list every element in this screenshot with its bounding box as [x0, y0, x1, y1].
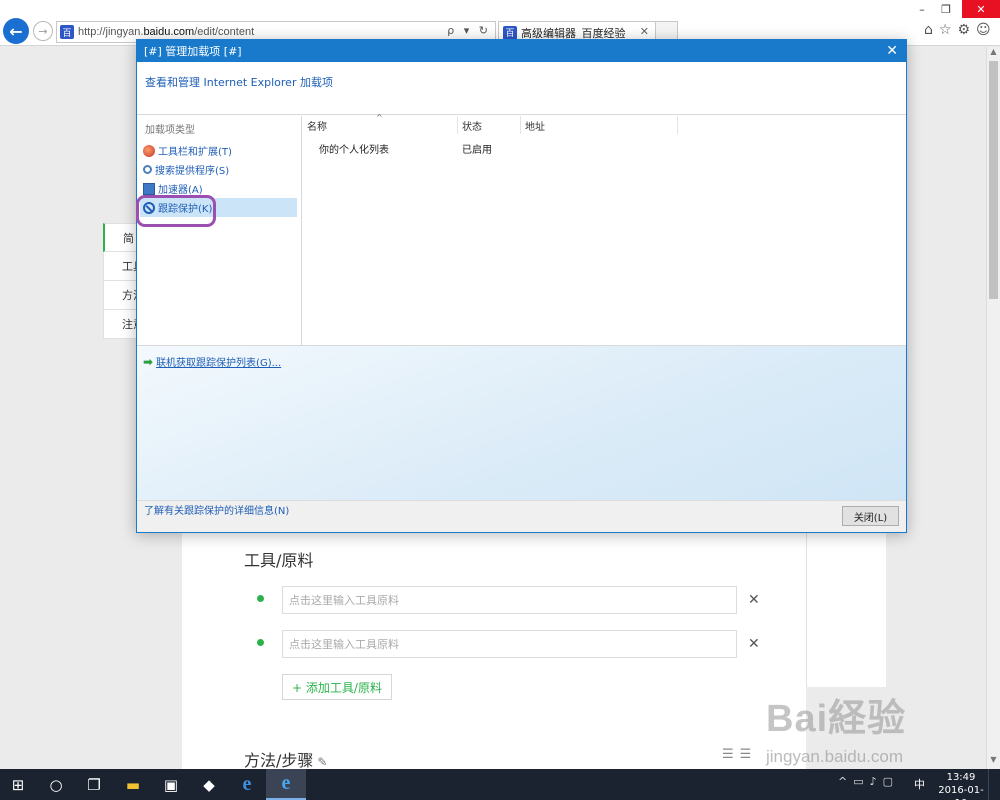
details-pane: ➡ 联机获取跟踪保护列表(G)... [137, 345, 906, 500]
addon-list-panel: 名称 ^ 状态 地址 你的个人化列表 已启用 [303, 113, 906, 345]
message-icon[interactable]: ▢ [883, 775, 899, 788]
baidu-favicon-icon: 百 [60, 25, 74, 39]
edit-pencil-icon[interactable]: ✎ [317, 755, 327, 769]
accelerator-icon [143, 182, 155, 195]
chevron-up-icon[interactable]: ^ [838, 775, 853, 788]
folder-icon: ▬ [125, 775, 141, 794]
dialog-footer: 了解有关跟踪保护的详细信息(N) 关闭(L) [137, 500, 906, 532]
app-icon: ◆ [203, 775, 215, 794]
start-button[interactable]: ⊞ [0, 769, 36, 800]
green-arrow-icon: ➡ [143, 354, 154, 369]
forward-button[interactable]: → [33, 21, 53, 41]
address-url: http://jingyan.baidu.com/edit/content [78, 26, 254, 38]
dialog-titlebar: [#] 管理加载项 [#] ✕ [137, 40, 906, 62]
internet-explorer-button[interactable]: e [266, 769, 306, 800]
column-name-label: 名称 [307, 121, 327, 133]
url-domain: baidu.com [143, 26, 195, 38]
clock-date: 2016-01-10 [938, 785, 984, 800]
clock[interactable]: 13:49 2016-01-10 [938, 771, 984, 800]
address-tools[interactable]: ρ ▾ ↻ [447, 24, 491, 37]
column-header-address[interactable]: 地址 [521, 116, 678, 134]
minimize-button[interactable]: – [910, 0, 934, 18]
tab-close-icon[interactable]: ✕ [640, 25, 649, 38]
file-explorer-button[interactable]: ▬ [114, 769, 152, 800]
column-header-name[interactable]: 名称 ^ [303, 113, 458, 134]
store-button[interactable]: ▣ [152, 769, 190, 800]
cortana-circle-icon: ○ [49, 775, 63, 794]
scroll-up-icon[interactable]: ▲ [987, 47, 1000, 59]
addon-types-title: 加载项类型 [145, 125, 195, 136]
windows-taskbar: ⊞ ○ ❐ ▬ ▣ ◆ e e ^▭♪▢ 中 13:49 2016-01-10 [0, 769, 1000, 800]
url-prefix: http://jingyan. [78, 26, 144, 38]
restore-button[interactable]: ❐ [934, 0, 958, 18]
windows-logo-icon: ⊞ [11, 775, 25, 794]
favorites-star-icon[interactable]: ☆ [939, 22, 958, 38]
volume-icon[interactable]: ♪ [870, 775, 883, 788]
dialog-header-text: 查看和管理 Internet Explorer 加载项 [145, 76, 333, 89]
ordered-list-icon[interactable]: ☰ [722, 747, 740, 762]
watermark-logo: Bai経验 [766, 698, 907, 740]
category-label: 工具栏和扩展(T) [158, 147, 232, 158]
tool-bullet-icon [257, 595, 264, 602]
show-desktop-button[interactable] [988, 769, 1000, 800]
network-icon[interactable]: ▭ [853, 775, 869, 788]
tool-input-1[interactable]: 点击这里输入工具原料 [282, 586, 737, 614]
category-label: 搜索提供程序(S) [155, 166, 230, 177]
forward-arrow-icon: → [38, 24, 48, 38]
scroll-thumb[interactable] [989, 61, 998, 299]
dialog-title: [#] 管理加载项 [#] [144, 45, 242, 58]
scroll-down-icon[interactable]: ▼ [987, 755, 1000, 767]
internet-explorer-icon: e [281, 772, 291, 794]
learn-more-link[interactable]: 了解有关跟踪保护的详细信息(N) [144, 502, 289, 517]
delete-tool-icon[interactable]: ✕ [748, 592, 760, 608]
search-provider-icon [143, 165, 152, 174]
tab-favicon-icon: 百 [503, 25, 517, 40]
task-view-icon: ❐ [87, 775, 101, 794]
manage-addons-dialog: [#] 管理加载项 [#] ✕ 查看和管理 Internet Explorer … [136, 39, 907, 533]
baidu-jingyan-watermark: Bai経验 jingyan.baidu.com [750, 687, 980, 769]
get-tracking-list-link[interactable]: ➡ 联机获取跟踪保护列表(G)... [143, 354, 282, 370]
ime-indicator[interactable]: 中 [914, 776, 925, 792]
smiley-feedback-icon[interactable]: ☺ [976, 22, 997, 38]
steps-section-title: 方法/步骤 ✎ [244, 747, 327, 769]
add-tool-button[interactable]: + 添加工具/原料 [282, 674, 392, 700]
toolbar-extension-icon [143, 144, 155, 157]
get-tracking-list-label: 联机获取跟踪保护列表(G)... [156, 358, 282, 369]
annotation-highlight-circle [136, 195, 216, 227]
category-search-providers[interactable]: 搜索提供程序(S) [140, 160, 297, 179]
page-scrollbar[interactable]: ▲ ▼ [986, 47, 1000, 769]
dialog-header: 查看和管理 Internet Explorer 加载项 [137, 62, 906, 115]
tool-input-2[interactable]: 点击这里输入工具原料 [282, 630, 737, 658]
close-button[interactable]: 关闭(L) [842, 506, 899, 526]
back-arrow-icon: ← [9, 21, 23, 41]
settings-gear-icon[interactable]: ⚙ [957, 22, 976, 38]
addon-types-panel: 加载项类型 工具栏和扩展(T) 搜索提供程序(S) 加速器(A) 跟踪保护(K) [137, 116, 302, 345]
cortana-button[interactable]: ○ [38, 769, 74, 800]
category-toolbars-extensions[interactable]: 工具栏和扩展(T) [140, 141, 297, 160]
app-button[interactable]: ◆ [190, 769, 228, 800]
addon-row-name[interactable]: 你的个人化列表 [319, 141, 389, 156]
home-icon[interactable]: ⌂ [924, 22, 939, 38]
addon-row-status: 已启用 [462, 145, 492, 156]
tools-section-title: 工具/原料 [244, 551, 314, 570]
sort-arrow-icon: ^ [376, 113, 383, 122]
browser-toolbar-icons[interactable]: ⌂☆⚙☺ [924, 22, 997, 38]
back-button[interactable]: ← [3, 18, 29, 44]
store-bag-icon: ▣ [163, 775, 179, 794]
clock-time: 13:49 [946, 772, 976, 783]
edge-button[interactable]: e [228, 769, 266, 800]
tool-bullet-icon [257, 639, 264, 646]
category-label: 加速器(A) [158, 185, 203, 196]
watermark-url: jingyan.baidu.com [766, 747, 904, 766]
task-view-button[interactable]: ❐ [76, 769, 112, 800]
system-tray[interactable]: ^▭♪▢ [838, 775, 899, 788]
delete-tool-icon[interactable]: ✕ [748, 636, 760, 652]
edge-icon: e [242, 773, 252, 795]
window-close-button[interactable]: ✕ [962, 0, 1000, 18]
url-suffix: /edit/content [194, 26, 255, 38]
steps-title-text: 方法/步骤 [244, 751, 314, 769]
dialog-close-icon[interactable]: ✕ [886, 43, 898, 59]
column-header-status[interactable]: 状态 [458, 116, 521, 134]
